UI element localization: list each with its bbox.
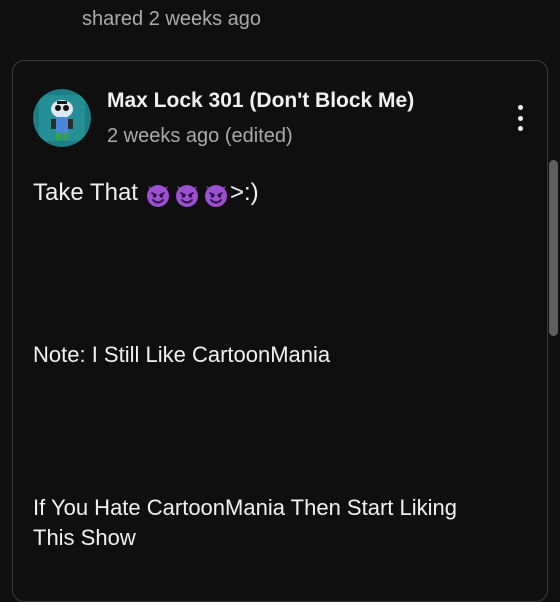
community-post-card: Max Lock 301 (Don't Block Me) 2 weeks ag…: [12, 60, 548, 602]
scrollbar-thumb[interactable]: [549, 160, 558, 336]
smiling-face-with-horns-icon: [175, 184, 198, 207]
shared-timestamp: shared 2 weeks ago: [82, 8, 262, 30]
menu-dot: [517, 115, 523, 121]
post-text-suffix: >:): [229, 179, 259, 206]
post-text-line-4: This Show: [33, 525, 136, 550]
emoji-group: [144, 180, 230, 208]
post-text-line-1: Take That >:): [33, 179, 259, 208]
more-options-button[interactable]: [507, 101, 533, 135]
post-text-line-2: Note: I Still Like CartoonMania: [33, 342, 331, 367]
menu-dot: [517, 105, 523, 110]
post-text-take-that: Take That: [33, 179, 138, 206]
avatar[interactable]: [33, 89, 91, 147]
smiling-face-with-horns-icon: [146, 184, 169, 207]
author-name[interactable]: Max Lock 301 (Don't Block Me): [107, 89, 414, 113]
post-text-line-3: If You Hate CartoonMania Then Start Liki…: [33, 495, 457, 520]
smiling-face-with-horns-icon: [204, 184, 227, 207]
menu-dot: [517, 126, 523, 131]
post-timestamp: 2 weeks ago (edited): [107, 125, 293, 147]
avatar-image: [33, 89, 91, 147]
